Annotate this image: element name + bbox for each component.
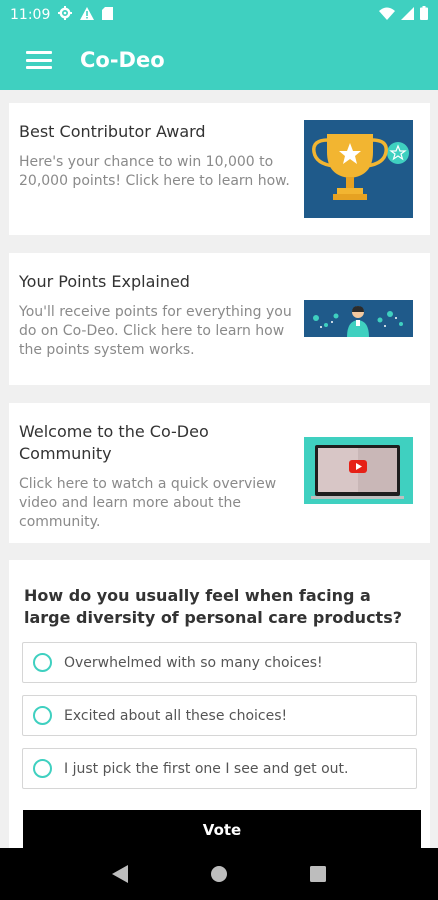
poll-option[interactable]: Overwhelmed with so many choices! bbox=[22, 642, 417, 683]
feed[interactable]: Best Contributor Award Here's your chanc… bbox=[0, 90, 438, 848]
points-image bbox=[304, 300, 413, 341]
poll-card: How do you usually feel when facing a la… bbox=[9, 560, 430, 848]
card-title: Your Points Explained bbox=[19, 272, 190, 291]
card-description: Click here to watch a quick overview vid… bbox=[19, 476, 277, 530]
settings-icon bbox=[58, 6, 73, 24]
status-bar: 11:09 bbox=[0, 0, 438, 30]
system-nav-bar bbox=[0, 848, 438, 900]
menu-icon[interactable] bbox=[26, 51, 52, 69]
video-thumbnail-image bbox=[304, 437, 413, 508]
app-title: Co-Deo bbox=[80, 48, 165, 72]
radio-button[interactable] bbox=[33, 759, 52, 778]
wifi-icon bbox=[379, 7, 395, 24]
radio-button[interactable] bbox=[33, 653, 52, 672]
card-welcome-community[interactable]: Welcome to the Co-Deo Community Click he… bbox=[9, 403, 430, 543]
app-bar: Co-Deo bbox=[0, 30, 438, 90]
status-time: 11:09 bbox=[10, 7, 51, 23]
vote-button[interactable]: Vote bbox=[23, 810, 421, 850]
card-best-contributor[interactable]: Best Contributor Award Here's your chanc… bbox=[9, 103, 430, 235]
alert-icon bbox=[80, 6, 95, 24]
card-points-explained[interactable]: Your Points Explained You'll receive poi… bbox=[9, 253, 430, 385]
recents-icon[interactable] bbox=[306, 862, 330, 886]
poll-option[interactable]: I just pick the first one I see and get … bbox=[22, 748, 417, 789]
card-description: Here's your chance to win 10,000 to 20,0… bbox=[19, 154, 290, 189]
card-title: Welcome to the Co-Deo Community bbox=[19, 422, 209, 463]
trophy-image bbox=[304, 120, 413, 222]
poll-option[interactable]: Excited about all these choices! bbox=[22, 695, 417, 736]
poll-option-label: I just pick the first one I see and get … bbox=[64, 760, 349, 777]
poll-question: How do you usually feel when facing a la… bbox=[24, 586, 402, 627]
battery-icon bbox=[420, 6, 428, 24]
card-title: Best Contributor Award bbox=[19, 122, 206, 141]
poll-option-label: Excited about all these choices! bbox=[64, 707, 288, 724]
card-description: You'll receive points for everything you… bbox=[19, 304, 292, 358]
home-icon[interactable] bbox=[207, 862, 231, 886]
radio-button[interactable] bbox=[33, 706, 52, 725]
back-icon[interactable] bbox=[108, 862, 132, 886]
poll-option-label: Overwhelmed with so many choices! bbox=[64, 654, 323, 671]
signal-icon bbox=[401, 6, 414, 24]
sim-card-icon bbox=[102, 6, 114, 24]
